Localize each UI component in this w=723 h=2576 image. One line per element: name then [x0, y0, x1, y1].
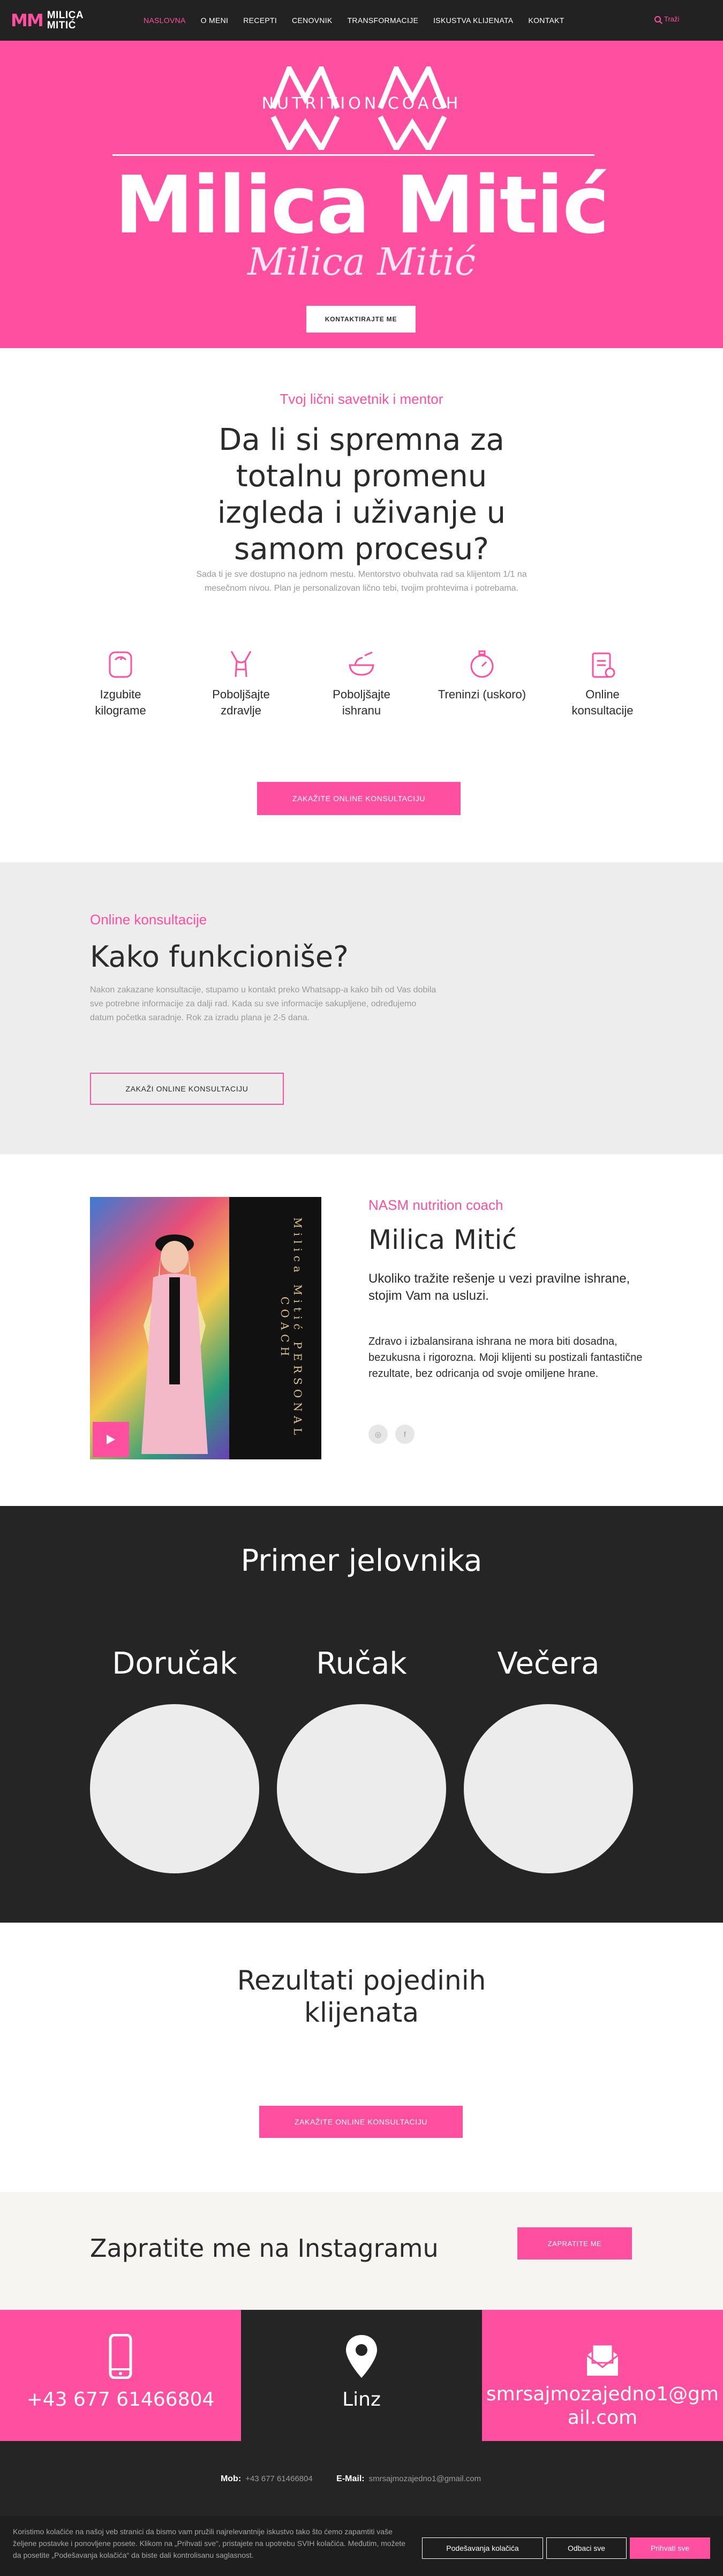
meal-image	[464, 1704, 633, 1873]
feature-item: Online konsultacije	[557, 648, 648, 734]
feature-label: Poboljšajte zdravlje	[212, 688, 270, 717]
meal-title: Večera	[497, 1646, 600, 1681]
footer-mob-value[interactable]: +43 677 61466804	[245, 2474, 313, 2483]
footer-contact-info: Mob: +43 677 61466804 E-Mail: smrsajmozaje…	[0, 2474, 723, 2484]
photo-caption: Milica Mitić PERSONAL COACH	[278, 1217, 304, 1440]
cookie-banner: Koristimo kolačiće na našoj veb stranici…	[0, 2516, 723, 2576]
phone-icon	[109, 2334, 132, 2379]
hero-name: Milica Mitić	[115, 159, 609, 251]
nav-item-iskustva-klijenata[interactable]: ISKUSTVA KLIJENATA	[433, 16, 513, 25]
cookie-reject-button[interactable]: Odbaci sve	[546, 2537, 627, 2559]
logo-mark: MM	[11, 10, 44, 31]
coach-lead: Ukoliko tražite rešenje u vezi pravilne …	[368, 1271, 630, 1303]
footer-mob-label: Mob:	[220, 2474, 242, 2483]
book-consultation-button[interactable]: ZAKAŽITE ONLINE KONSULTACIJU	[257, 782, 461, 815]
coach-figure	[141, 1234, 208, 1454]
play-video-button[interactable]	[93, 1422, 129, 1457]
sample-menu-section: Primer jelovnika Doručak Ručak Večera	[0, 1506, 723, 1923]
coach-social-links: ◎ f	[368, 1425, 415, 1444]
facebook-icon[interactable]: f	[395, 1425, 415, 1444]
how-it-works-section: Online konsultacije Kako funkcioniše? Na…	[0, 862, 723, 1154]
meal-title: Ručak	[316, 1646, 407, 1681]
meal-image	[90, 1704, 259, 1873]
body-icon	[230, 651, 252, 677]
how-subtitle: Online konsultacije	[90, 912, 207, 928]
meal-card[interactable]: Ručak	[277, 1640, 446, 1873]
hero-logo-mark-mirror	[270, 116, 447, 150]
instagram-section: Zapratite me na Instagramu ZAPRATITE ME	[0, 2192, 723, 2310]
feature-item: Poboljšajte ishranu	[316, 648, 407, 734]
cookie-text: Koristimo kolačiće na našoj veb stranici…	[13, 2527, 406, 2559]
hero-banner: NUTRITION COACH Milica Mitić Milica Miti…	[0, 41, 723, 348]
feature-label: Online konsultacije	[571, 688, 634, 717]
main-menu: NASLOVNA O MENI RECEPTI CENOVNIK TRANSFO…	[144, 0, 579, 41]
intro-subtitle: Tvoj lični savetnik i mentor	[280, 391, 443, 407]
instagram-icon[interactable]: ◎	[368, 1425, 388, 1444]
features-row: Izgubite kilograme Poboljšajte zdravlje …	[75, 648, 648, 734]
clipboard-icon	[592, 652, 615, 678]
scale-icon	[109, 651, 132, 678]
food-bowl-icon	[349, 651, 374, 676]
hero-signature: Milica Mitić	[247, 240, 476, 284]
book-consultation-outline-button[interactable]: ZAKAŽI ONLINE KONSULTACIJU	[90, 1073, 284, 1105]
results-title: Rezultati pojedinih klijenata	[237, 1965, 486, 2028]
email-icon	[586, 2344, 619, 2376]
how-title: Kako funkcioniše?	[90, 940, 349, 974]
coach-text: Zdravo i izbalansirana ishrana ne mora b…	[368, 1336, 643, 1380]
contact-me-button[interactable]: KONTAKTIRAJTE ME	[306, 306, 416, 333]
instagram-title: Zapratite me na Instagramu	[90, 2234, 439, 2263]
intro-text: Sada ti je sve dostupno na jednom mestu.…	[196, 570, 527, 593]
nav-item-recepti[interactable]: RECEPTI	[243, 16, 277, 25]
feature-label: Poboljšajte ishranu	[333, 688, 390, 717]
meal-title: Doručak	[112, 1646, 237, 1681]
logo-line-1: MILICA	[47, 10, 84, 21]
nav-item-naslovna[interactable]: NASLOVNA	[144, 16, 186, 25]
coach-photo: Milica Mitić PERSONAL COACH	[90, 1197, 321, 1459]
top-navigation: MM MILICA MITIĆ NASLOVNA O MENI RECEPTI …	[0, 0, 723, 41]
cookie-accept-button[interactable]: Prihvati sve	[630, 2537, 710, 2559]
coach-name: Milica Mitić	[368, 1224, 517, 1255]
follow-me-button[interactable]: ZAPRATITE ME	[517, 2227, 632, 2259]
feature-label: Treninzi (uskoro)	[438, 688, 526, 701]
footer: Mob: +43 677 61466804 E-Mail: smrsajmozaje…	[0, 2441, 723, 2576]
location-pin-icon	[346, 2335, 377, 2378]
footer-email-value[interactable]: smrsajmozajedno1@gmail.com	[369, 2474, 481, 2483]
how-text: Nakon zakazane konsultacije, stupamo u k…	[90, 985, 436, 1022]
nav-item-kontakt[interactable]: KONTAKT	[528, 16, 564, 25]
contact-location-box[interactable]: Linz	[241, 2310, 482, 2441]
contact-phone-box[interactable]: +43 677 61466804	[0, 2310, 241, 2441]
hero-divider	[112, 154, 594, 156]
results-book-consultation-button[interactable]: ZAKAŽITE ONLINE KONSULTACIJU	[259, 2106, 463, 2138]
meal-card[interactable]: Večera	[464, 1640, 633, 1873]
feature-label: Izgubite kilograme	[95, 688, 146, 717]
contact-email-text: smrsajmozajedno1@gmail.com	[486, 2383, 719, 2429]
intro-title: Da li si spremna za totalnu promenu izgl…	[217, 423, 506, 567]
coach-subtitle: NASM nutrition coach	[368, 1197, 503, 1213]
hero-subtitle: NUTRITION COACH	[261, 94, 462, 113]
nav-search	[654, 15, 696, 23]
contact-boxes: +43 677 61466804 Linz smrsajmozajedno1@g…	[0, 2310, 723, 2441]
nav-item-o-meni[interactable]: O MENI	[201, 16, 229, 25]
play-icon	[107, 1435, 115, 1444]
site-logo[interactable]: MM MILICA MITIĆ	[11, 7, 107, 33]
search-icon[interactable]	[654, 16, 661, 22]
nav-item-cenovnik[interactable]: CENOVNIK	[292, 16, 333, 25]
contact-location-text: Linz	[342, 2389, 381, 2411]
feature-item: Izgubite kilograme	[75, 648, 166, 734]
menu-title: Primer jelovnika	[240, 1543, 483, 1578]
meal-image	[277, 1704, 446, 1873]
nav-item-transformacije[interactable]: TRANSFORMACIJE	[348, 16, 419, 25]
footer-email-label: E-Mail:	[336, 2474, 365, 2483]
contact-phone-text: +43 677 61466804	[26, 2389, 215, 2411]
cookie-settings-button[interactable]: Podešavanja kolačića	[422, 2537, 543, 2559]
logo-line-2: MITIĆ	[47, 20, 76, 31]
feature-item: Treninzi (uskoro)	[436, 648, 528, 734]
contact-email-box[interactable]: smrsajmozajedno1@gmail.com	[482, 2310, 723, 2441]
meal-card[interactable]: Doručak	[90, 1640, 259, 1873]
stopwatch-icon	[470, 650, 494, 678]
search-input[interactable]	[664, 15, 696, 23]
feature-item: Poboljšajte zdravlje	[195, 648, 287, 734]
